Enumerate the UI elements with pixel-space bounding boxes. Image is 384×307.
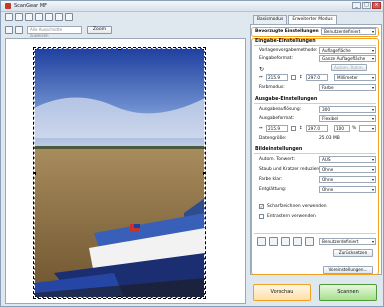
divider	[254, 233, 376, 234]
favorites-select[interactable]: Benutzerdefiniert	[321, 28, 376, 35]
crop-handle-bl[interactable]	[34, 296, 36, 298]
input-format-select[interactable]: Ganze Auflagefläche	[319, 55, 376, 62]
preview-button[interactable]: Vorschau	[253, 284, 311, 301]
width-icon: ↔	[259, 75, 263, 80]
zoom-button[interactable]: Zoom	[87, 26, 112, 34]
output-resolution-label: Ausgabeauflösung:	[259, 107, 302, 112]
image-setting-select[interactable]: Ohne	[319, 186, 376, 193]
maximize-button[interactable]: □	[362, 2, 371, 9]
mode-tabs: Basismodus Erweiterter Modus	[253, 15, 338, 25]
close-button[interactable]: ×	[372, 2, 381, 9]
crop-handle-tr[interactable]	[203, 48, 205, 50]
sharpen-label: Scharfzeichnen verwenden	[267, 204, 327, 209]
scale-select[interactable]	[359, 125, 376, 132]
adjust-preset-select[interactable]: Benutzerdefiniert	[319, 238, 376, 245]
image-setting-select[interactable]: Ohne	[319, 176, 376, 183]
image-setting-label: Entglättung:	[259, 187, 287, 192]
color-mode-select[interactable]: Farbe	[319, 84, 376, 91]
image-settings-header: Bildeinstellungen	[255, 147, 303, 152]
output-resolution-select[interactable]: 300	[319, 106, 376, 113]
rotate-right-icon[interactable]	[45, 13, 53, 21]
preview-button-label: Vorschau	[270, 289, 294, 295]
preview-toolbar	[1, 13, 247, 23]
crop-icon[interactable]	[55, 13, 63, 21]
scale-field[interactable]: 100	[334, 125, 350, 132]
output-settings-header: Ausgabe-Einstellungen	[255, 97, 318, 102]
percent-sign: %	[352, 126, 357, 131]
image-setting-select[interactable]: Ohne	[319, 166, 376, 173]
input-format-label: Eingabeformat:	[259, 56, 293, 61]
preview-image[interactable]	[33, 47, 206, 299]
crop-handle-l[interactable]	[34, 172, 36, 175]
aspect-lock-icon[interactable]	[291, 126, 296, 131]
sharpen-checkbox[interactable]: ✓	[259, 204, 264, 209]
move-image-icon[interactable]	[15, 13, 23, 21]
zoom-icon[interactable]	[25, 13, 33, 21]
histogram-icon[interactable]	[269, 237, 278, 246]
width-icon: ↔	[259, 126, 263, 131]
rotate-icon[interactable]	[35, 13, 43, 21]
height-icon: ↕	[299, 126, 303, 131]
preview-method-select[interactable]: Auflagefläche	[319, 47, 376, 54]
preferences-button[interactable]: Voreinstellungen...	[323, 266, 373, 274]
scan-button-label: Scannen	[337, 289, 359, 295]
image-setting-label: Staub und Kratzer reduzieren:	[259, 167, 326, 172]
final-review-icon[interactable]	[293, 237, 302, 246]
crop-handle-b[interactable]	[118, 296, 121, 298]
scan-button[interactable]: Scannen	[319, 284, 377, 301]
boat-photo	[34, 48, 205, 298]
image-setting-label: Autom. Tonwert:	[259, 157, 295, 162]
descreen-label: Entrastern verwenden	[267, 214, 316, 219]
thumbnail-icon[interactable]	[15, 26, 23, 34]
brightness-contrast-icon[interactable]	[257, 237, 266, 246]
color-mode-label: Farbmodus:	[259, 85, 285, 90]
reset-button[interactable]: Zurücksetzen	[333, 249, 373, 257]
crop-handle-br[interactable]	[203, 296, 205, 298]
crop-frame-icon[interactable]	[5, 13, 13, 21]
threshold-icon[interactable]	[305, 237, 314, 246]
input-settings-header: Eingabe-Einstellungen	[255, 39, 316, 44]
auto-frame-button[interactable]: Autom. Rahm.	[331, 64, 367, 71]
divider	[254, 153, 376, 154]
app-icon	[5, 3, 11, 9]
height-icon: ↕	[299, 75, 303, 80]
minimize-button[interactable]: _	[352, 2, 361, 9]
aspect-lock-icon[interactable]	[291, 75, 296, 80]
favorites-label: Bevorzugte Einstellungen	[255, 29, 319, 34]
crop-handle-r[interactable]	[203, 172, 205, 175]
crop-handle-t[interactable]	[118, 48, 121, 50]
data-size-value: 25.03 MB	[319, 136, 340, 141]
autocrop-field[interactable]: Alle Ausschnitte zuweisen	[27, 26, 82, 38]
scangear-window: ScanGear MF _ □ × Alle Ausschnitte zuwei…	[0, 0, 384, 307]
output-size-select[interactable]: Flexibel	[319, 115, 376, 122]
crop-handle-tl[interactable]	[34, 48, 36, 50]
orientation-icon[interactable]: ↻	[259, 66, 264, 73]
data-size-label: Datengröße:	[259, 136, 287, 141]
unit-select[interactable]: Millimeter	[334, 74, 376, 81]
clear-icon[interactable]	[65, 13, 73, 21]
title-bar: ScanGear MF _ □ ×	[1, 1, 383, 12]
preview-toolbar-2: Alle Ausschnitte zuweisen Zoom	[1, 25, 247, 38]
tab-basic[interactable]: Basismodus	[253, 15, 288, 24]
output-size-label: Ausgabeformat:	[259, 116, 295, 121]
preview-method-label: Vorlagenvorgabemethode:	[259, 48, 318, 53]
image-setting-select[interactable]: AUS	[319, 156, 376, 163]
divider	[254, 103, 376, 104]
window-title: ScanGear MF	[14, 3, 48, 9]
tone-curve-icon[interactable]	[281, 237, 290, 246]
output-height-field[interactable]: 297.0	[306, 125, 328, 132]
descreen-checkbox[interactable]	[259, 214, 264, 219]
window-controls: _ □ ×	[352, 2, 381, 9]
output-width-field[interactable]: 215.9	[266, 125, 288, 132]
divider	[254, 45, 376, 46]
input-height-field[interactable]: 297.0	[306, 74, 328, 81]
auto-crop-icon[interactable]	[5, 26, 13, 34]
image-setting-label: Farbe klar:	[259, 177, 283, 182]
input-width-field[interactable]: 215.9	[266, 74, 288, 81]
